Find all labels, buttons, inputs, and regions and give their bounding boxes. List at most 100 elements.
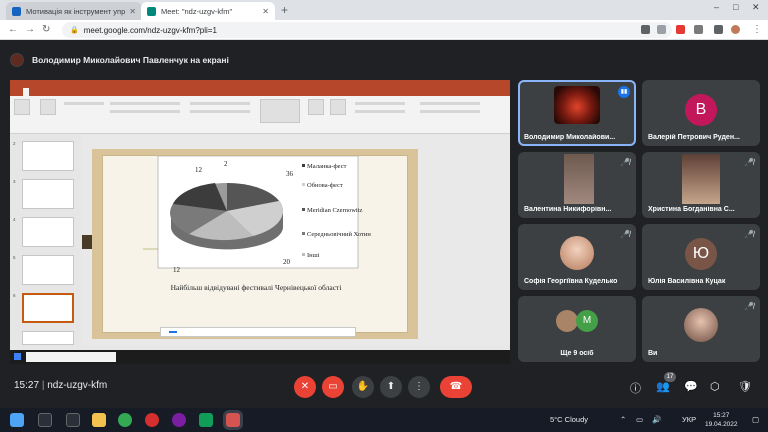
ribbon-control xyxy=(110,110,180,113)
weather-widget[interactable]: 5°C Cloudy xyxy=(550,415,588,424)
leave-call-button[interactable]: ☎ xyxy=(440,376,472,398)
edge-icon[interactable] xyxy=(199,413,213,427)
volume-icon[interactable]: 🔊 xyxy=(652,415,661,424)
close-tab-icon[interactable]: ✕ xyxy=(262,7,269,16)
opera-icon[interactable] xyxy=(145,413,159,427)
current-time: 15:27 xyxy=(14,380,40,391)
mic-muted-icon: 🎤̸ xyxy=(620,230,630,239)
shared-search-box xyxy=(26,352,116,362)
people-icon[interactable]: 👥 xyxy=(656,380,670,393)
language-indicator[interactable]: УКР xyxy=(682,415,696,424)
slide-thumbnail[interactable] xyxy=(22,141,74,171)
chat-icon[interactable]: 💬 xyxy=(684,380,698,393)
participant-avatar: Ю xyxy=(685,238,717,270)
legend-swatch xyxy=(302,183,305,186)
mic-muted-icon: 🎤̸ xyxy=(744,302,754,311)
presenter-avatar xyxy=(10,53,24,67)
close-window-icon[interactable]: ✕ xyxy=(752,2,760,13)
share-icon[interactable] xyxy=(657,25,666,34)
slide-thumbnail[interactable] xyxy=(22,331,74,345)
slide-thumbnail-selected[interactable] xyxy=(22,293,74,323)
meet-favicon-icon xyxy=(147,6,156,16)
participant-name: Христина Богданівна С... xyxy=(648,206,735,213)
raise-hand-button[interactable]: ✋ xyxy=(352,376,374,398)
self-view-tile[interactable]: 🎤̸ Ви xyxy=(642,296,760,362)
url-field[interactable]: 🔒 meet.google.com/ndz-uzgv-kfm?pli=1 xyxy=(62,22,672,38)
mic-muted-icon: 🎤̸ xyxy=(744,230,754,239)
task-view-icon[interactable] xyxy=(66,413,80,427)
extension-icon[interactable] xyxy=(676,25,685,34)
forward-icon[interactable]: → xyxy=(25,24,35,35)
reload-icon[interactable]: ↻ xyxy=(42,24,50,35)
maximize-icon[interactable]: □ xyxy=(733,2,738,12)
slide-number: 3 xyxy=(13,179,16,184)
activities-icon[interactable]: ⬡ xyxy=(710,380,720,393)
tray-expand-icon[interactable]: ⌃ xyxy=(620,415,626,424)
slide-thumbnail[interactable] xyxy=(22,179,74,209)
slide-thumbnail[interactable] xyxy=(22,255,74,285)
camera-off-button[interactable]: ▭ xyxy=(322,376,344,398)
menu-kebab-icon[interactable]: ⋮ xyxy=(752,24,762,35)
participant-tile[interactable]: ▮▮ Володимир Миколайови... xyxy=(518,80,636,146)
profile-avatar[interactable] xyxy=(731,25,740,34)
more-options-button[interactable]: ⋮ xyxy=(408,376,430,398)
participant-tile[interactable]: 🎤̸ Софія Георгіївна Куделько xyxy=(518,224,636,290)
participant-photo xyxy=(564,154,594,204)
legend-swatch xyxy=(302,208,305,211)
participant-photo xyxy=(554,86,600,124)
stop-sharing-button[interactable] xyxy=(169,331,177,333)
slide-thumbnail[interactable] xyxy=(22,217,74,247)
participant-tile[interactable]: В Валерій Петрович Руден... xyxy=(642,80,760,146)
participant-name: Ще 9 осіб xyxy=(560,350,594,357)
powerpoint-ribbon-tabs xyxy=(10,88,510,96)
notifications-icon[interactable]: ▢ xyxy=(752,415,759,424)
back-icon[interactable]: ← xyxy=(8,24,18,35)
participant-tile[interactable]: Ю 🎤̸ Юлія Василівна Куцак xyxy=(642,224,760,290)
more-participants-tile[interactable]: M Ще 9 осіб xyxy=(518,296,636,362)
meeting-code: ndz-uzgv-kfm xyxy=(47,380,108,391)
ribbon-control xyxy=(110,102,180,105)
tab-motivation[interactable]: Мотивація як інструмент упра ✕ xyxy=(6,2,142,20)
meeting-details-icon[interactable]: ⓘ xyxy=(630,380,641,396)
mic-off-button[interactable]: ✕ xyxy=(294,376,316,398)
minimize-icon[interactable]: – xyxy=(714,2,719,12)
pie-chart: 12 2 36 12 20 Маланка-фест Обнова-фест M… xyxy=(143,155,371,292)
file-explorer-icon[interactable] xyxy=(92,413,106,427)
host-controls-icon[interactable]: 🛡 xyxy=(738,380,752,393)
ribbon-control xyxy=(420,102,480,105)
close-tab-icon[interactable]: ✕ xyxy=(129,7,136,16)
participant-photo xyxy=(560,236,594,270)
data-label: 2 xyxy=(224,160,228,168)
windows-taskbar: 5°C Cloudy ⌃ ▭ 🔊 УКР 15:27 19.04.2022 ▢ xyxy=(0,408,768,432)
start-icon[interactable] xyxy=(10,413,24,427)
viber-icon[interactable] xyxy=(172,413,186,427)
quick-styles-icon xyxy=(330,99,346,115)
network-icon[interactable]: ▭ xyxy=(636,415,643,424)
extensions-puzzle-icon[interactable] xyxy=(694,25,703,34)
participant-name: Юлія Василівна Куцак xyxy=(648,278,726,285)
present-now-button[interactable]: ⬆ xyxy=(380,376,402,398)
address-bar-row: ← → ↻ 🔒 meet.google.com/ndz-uzgv-kfm?pli… xyxy=(0,20,768,40)
legend-item: Інші xyxy=(307,252,320,259)
ribbon-control xyxy=(64,102,104,105)
shared-windows-taskbar xyxy=(10,350,510,364)
slide-content: 12 2 36 12 20 Маланка-фест Обнова-фест M… xyxy=(102,155,408,333)
search-icon[interactable] xyxy=(38,413,52,427)
new-tab-button[interactable]: + xyxy=(281,3,288,17)
camera-permission-icon[interactable] xyxy=(641,25,650,34)
ribbon-tab-active xyxy=(23,88,29,96)
legend-swatch xyxy=(302,164,305,167)
docs-favicon-icon xyxy=(12,6,21,16)
sidebar-icon[interactable] xyxy=(714,25,723,34)
paste-icon xyxy=(14,99,30,115)
tab-meet[interactable]: Meet: "ndz-uzgv-kfm" ✕ xyxy=(141,2,275,20)
powerpoint-icon[interactable] xyxy=(226,413,240,427)
participant-avatar: В xyxy=(685,94,717,126)
meeting-info: 15:27 | ndz-uzgv-kfm xyxy=(14,380,108,391)
participant-tile[interactable]: 🎤̸ Валентина Никифорівн... xyxy=(518,152,636,218)
slide-number: 2 xyxy=(13,141,16,146)
lock-icon: 🔒 xyxy=(70,27,79,34)
participant-tile[interactable]: 🎤̸ Христина Богданівна С... xyxy=(642,152,760,218)
clock[interactable]: 15:27 19.04.2022 xyxy=(705,411,738,429)
chrome-icon[interactable] xyxy=(118,413,132,427)
